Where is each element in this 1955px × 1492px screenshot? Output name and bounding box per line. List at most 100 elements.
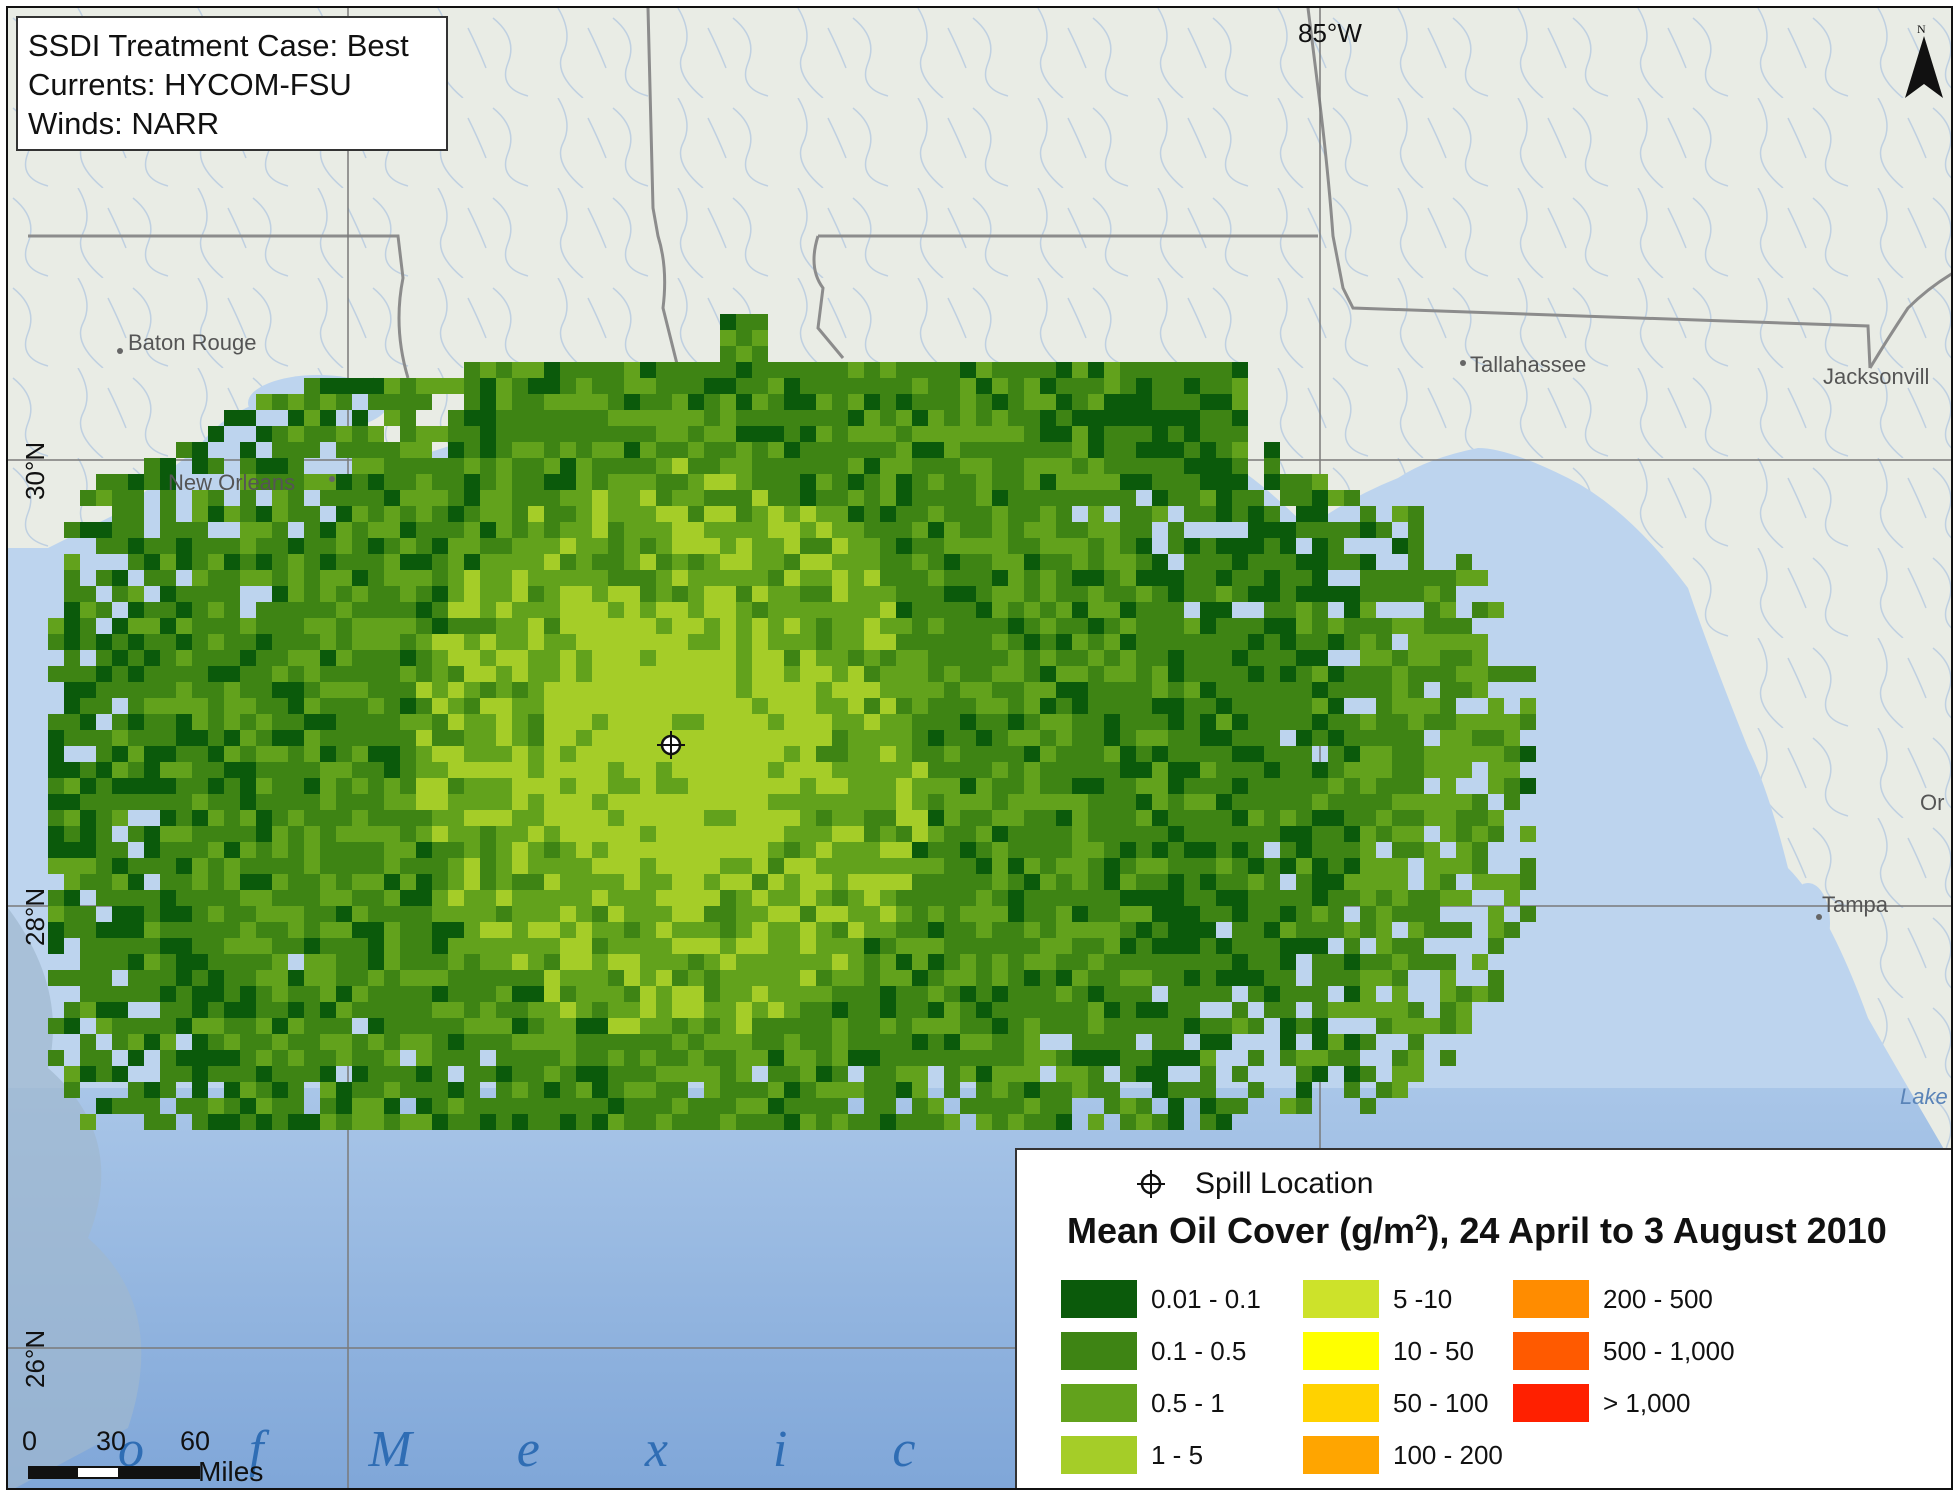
oil-cell [800,890,816,906]
oil-cell [960,650,976,666]
oil-cell [944,1066,960,1082]
oil-cell [976,522,992,538]
oil-cell [1280,842,1296,858]
oil-cell [1168,954,1184,970]
oil-cell [688,394,704,410]
oil-cell [960,634,976,650]
oil-cell [1232,794,1248,810]
oil-cell [720,858,736,874]
oil-cell [48,842,64,858]
oil-cell [496,842,512,858]
oil-cell [1312,810,1328,826]
oil-cell [1120,1114,1136,1130]
oil-cell [512,378,528,394]
oil-cell [1184,778,1200,794]
oil-cell [960,410,976,426]
oil-cell [1280,1034,1296,1050]
oil-cell [496,922,512,938]
oil-cell [1168,666,1184,682]
oil-cell [640,362,656,378]
oil-cell [848,954,864,970]
oil-cell [864,874,880,890]
oil-cell [128,650,144,666]
oil-cell [896,890,912,906]
oil-cell [320,906,336,922]
oil-cell [320,826,336,842]
oil-cell [624,1002,640,1018]
oil-cell [528,410,544,426]
oil-cell [1024,538,1040,554]
oil-cell [1136,1066,1152,1082]
oil-cell [720,378,736,394]
oil-cell [1040,794,1056,810]
oil-cell [512,826,528,842]
oil-cell [912,666,928,682]
oil-cell [1280,778,1296,794]
oil-cell [800,682,816,698]
oil-cell [80,490,96,506]
oil-cell [1216,698,1232,714]
oil-cell [336,650,352,666]
oil-cell [784,394,800,410]
oil-cell [1184,442,1200,458]
oil-cell [512,618,528,634]
oil-cell [528,1050,544,1066]
oil-cell [960,586,976,602]
oil-cell [544,458,560,474]
oil-cell [832,810,848,826]
oil-cell [1248,554,1264,570]
oil-cell [96,1050,112,1066]
oil-cell [1248,762,1264,778]
oil-cell [368,554,384,570]
oil-cell [720,666,736,682]
oil-cell [1168,426,1184,442]
oil-cell [768,394,784,410]
oil-cell [944,906,960,922]
oil-cell [1360,714,1376,730]
oil-cell [240,714,256,730]
oil-cell [368,1098,384,1114]
oil-cell [1136,378,1152,394]
oil-cell [1280,682,1296,698]
oil-cell [640,394,656,410]
legend-item: 200 - 500 [1513,1278,1713,1320]
oil-cell [928,1002,944,1018]
oil-cell [192,890,208,906]
oil-cell [1520,906,1536,922]
oil-cell [656,762,672,778]
spill-location-marker[interactable] [657,731,685,759]
oil-cell [176,922,192,938]
oil-cell [736,826,752,842]
oil-cell [1088,1034,1104,1050]
oil-cell [1392,666,1408,682]
oil-cell [864,906,880,922]
oil-cell [1152,938,1168,954]
oil-cell [944,522,960,538]
oil-cell [672,538,688,554]
oil-cell [576,554,592,570]
oil-cell [736,1050,752,1066]
oil-cell [1360,586,1376,602]
oil-cell [256,650,272,666]
oil-cell [272,506,288,522]
oil-cell [704,794,720,810]
scenario-info-box: SSDI Treatment Case: Best Currents: HYCO… [16,16,448,151]
oil-cell [1072,874,1088,890]
oil-cell [128,906,144,922]
oil-cell [1168,794,1184,810]
oil-cell [864,522,880,538]
oil-cell [1312,634,1328,650]
oil-cell [704,970,720,986]
oil-cell [64,682,80,698]
oil-cell [480,618,496,634]
oil-cell [496,890,512,906]
oil-cell [752,1018,768,1034]
oil-cell [320,954,336,970]
oil-cell [608,522,624,538]
oil-cell [160,618,176,634]
oil-cell [112,650,128,666]
oil-cell [64,810,80,826]
oil-cell [480,362,496,378]
oil-cell [224,762,240,778]
tallahassee-dot [1460,360,1466,366]
